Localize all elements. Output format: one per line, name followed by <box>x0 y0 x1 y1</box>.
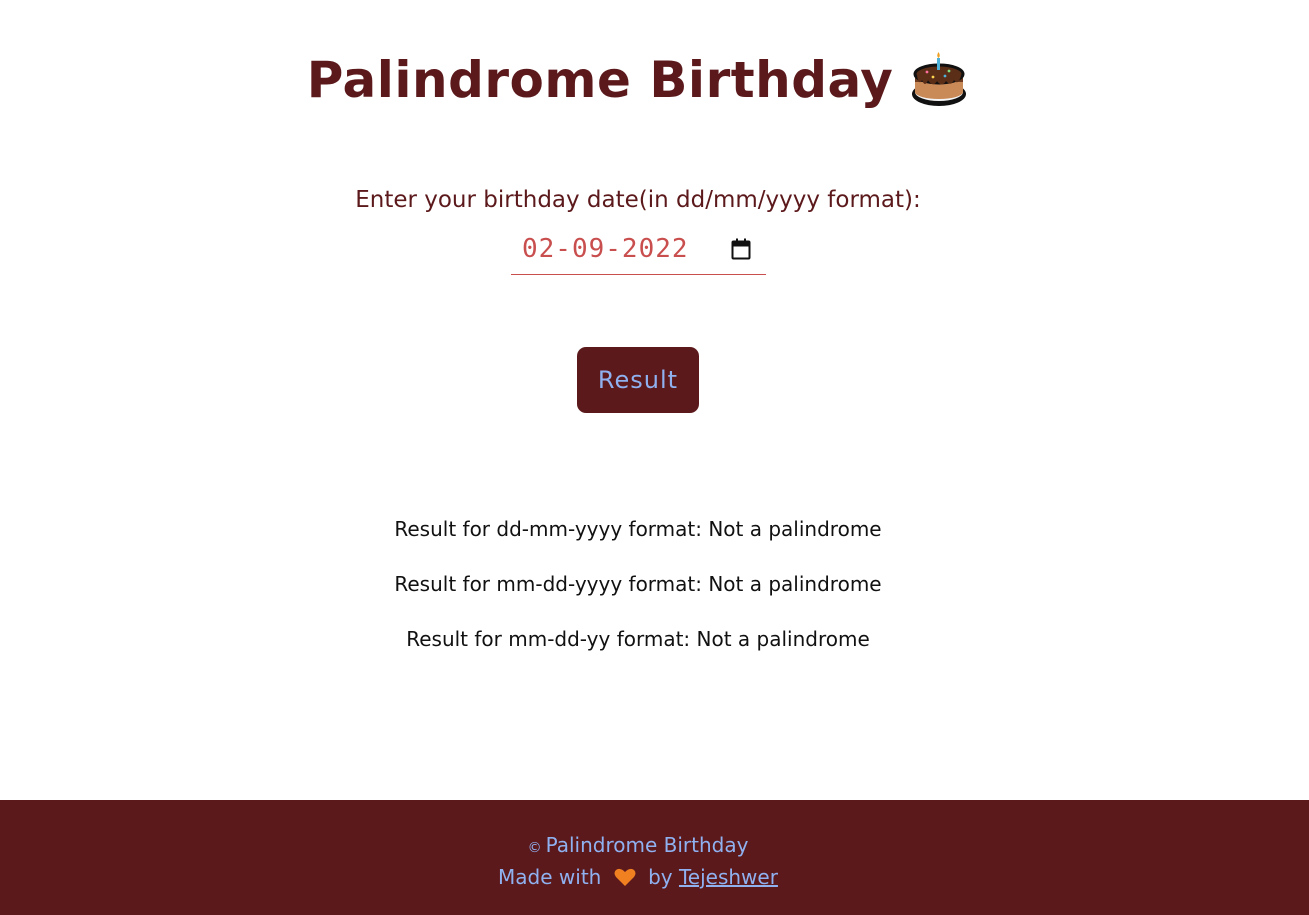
birthday-input-label: Enter your birthday date(in dd/mm/yyyy f… <box>355 187 921 213</box>
result-dd-mm-yyyy: Result for dd-mm-yyyy format: Not a pali… <box>394 517 882 541</box>
by-text: by <box>648 865 673 889</box>
results-output: Result for dd-mm-yyyy format: Not a pali… <box>0 516 1276 681</box>
birthday-date-input[interactable]: 02-09-2022 <box>511 232 766 275</box>
page-title-text: Palindrome Birthday <box>306 51 894 109</box>
footer: © Palindrome Birthday Made with by Tejesh… <box>0 800 1309 915</box>
calendar-icon[interactable] <box>731 238 751 260</box>
footer-credit: Made with by Tejeshwer <box>0 865 1276 889</box>
birthday-cake-icon <box>912 52 967 106</box>
result-mm-dd-yy: Result for mm-dd-yy format: Not a palind… <box>406 627 870 651</box>
copyright-symbol: © <box>527 840 542 856</box>
result-mm-dd-yyyy: Result for mm-dd-yyyy format: Not a pali… <box>394 572 882 596</box>
result-button[interactable]: Result <box>577 347 699 413</box>
page: Palindrome Birthday Enter your birthday … <box>0 0 1309 915</box>
author-link[interactable]: Tejeshwer <box>679 865 778 889</box>
footer-copyright: © Palindrome Birthday <box>0 833 1276 857</box>
page-title: Palindrome Birthday <box>0 50 1276 110</box>
date-value[interactable]: 02-09-2022 <box>522 234 689 264</box>
made-with-text: Made with <box>498 865 602 889</box>
heart-icon <box>614 868 636 886</box>
copyright-text: Palindrome Birthday <box>545 833 749 857</box>
